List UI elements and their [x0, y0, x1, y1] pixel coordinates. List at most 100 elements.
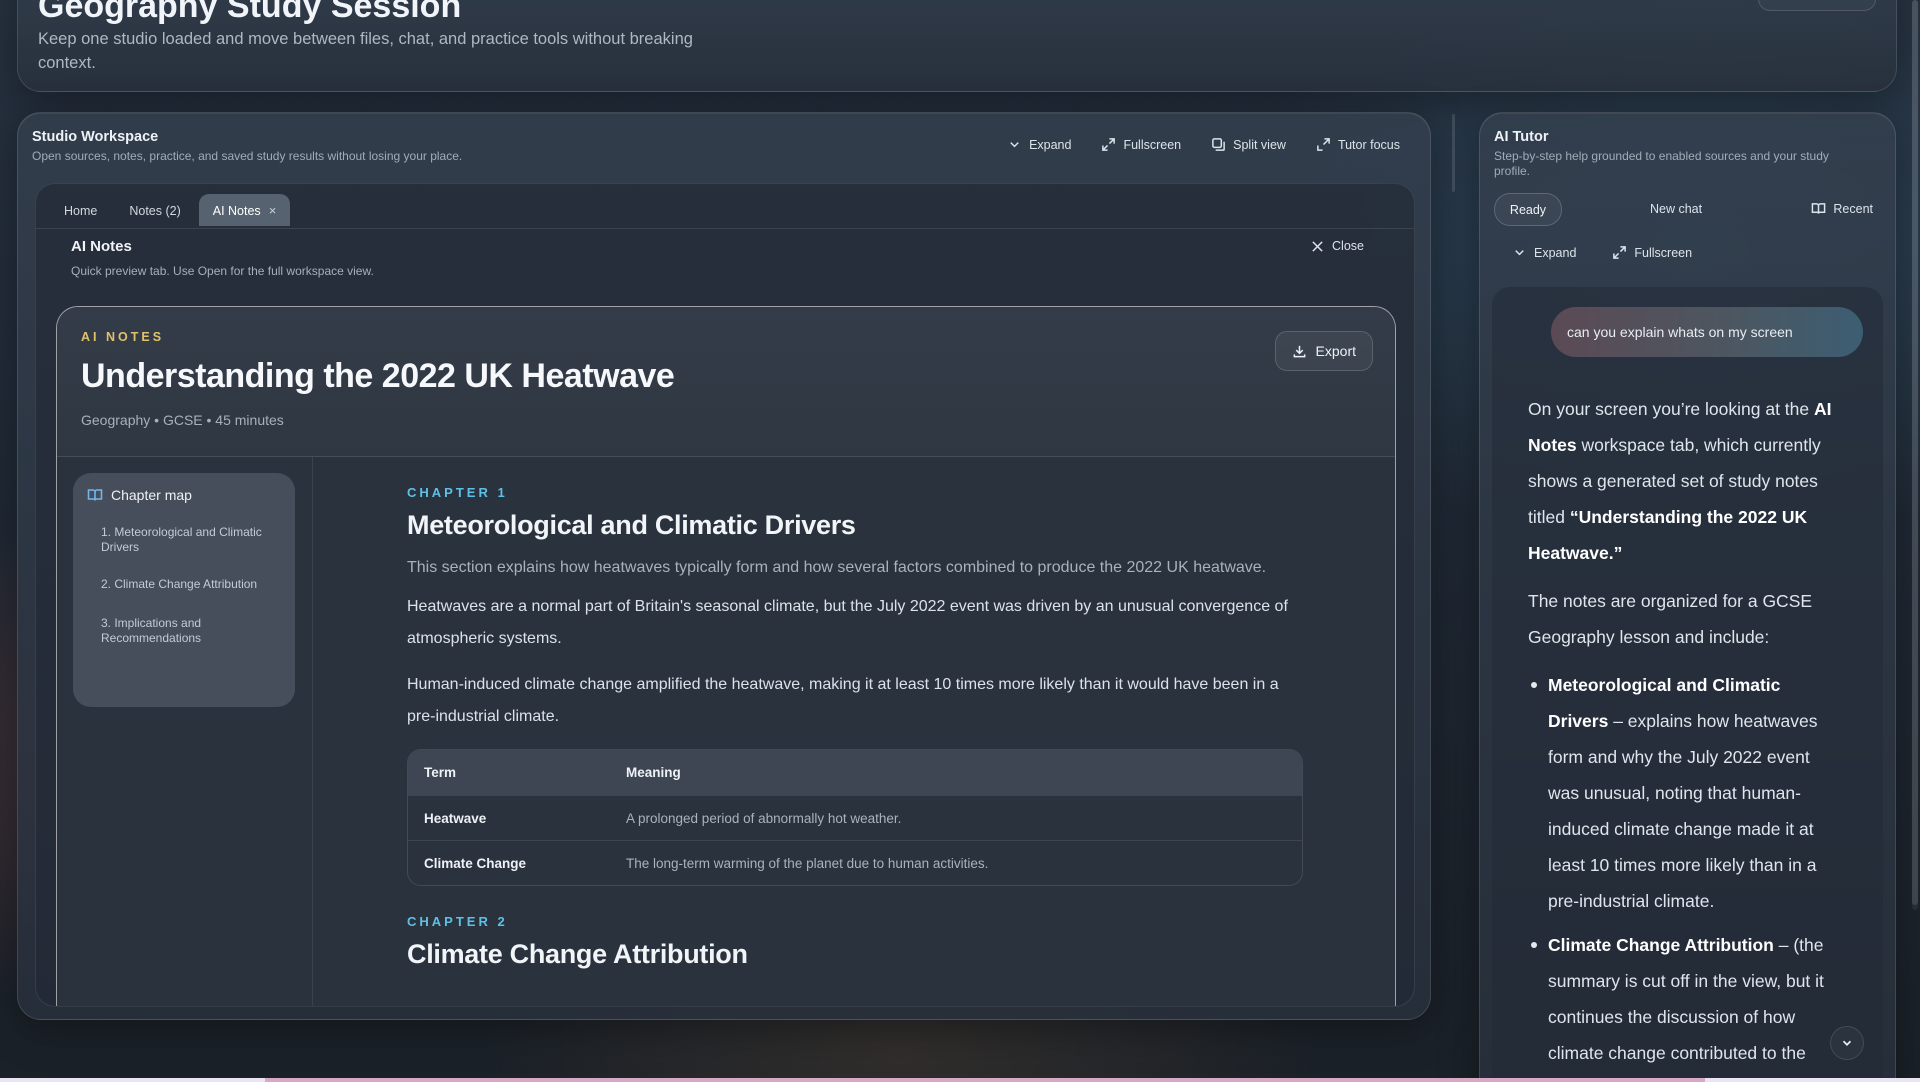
chapter-1-intro: This section explains how heatwaves typi… [407, 559, 1267, 576]
tab-ai-notes-label: AI Notes [212, 203, 261, 218]
tutor-tabs: Ready New chat Recent [1494, 193, 1881, 227]
chapter-map-title: Chapter map [111, 487, 192, 503]
chapter-sidebar: Chapter map 1. Meteorological and Climat… [57, 457, 313, 1006]
bullet-title: Climate Change Attribution [1548, 935, 1774, 955]
chapter-1-title: Meteorological and Climatic Drivers [407, 510, 856, 540]
table-header-meaning: Meaning [626, 765, 681, 780]
page-title: Geography Study Session [38, 0, 462, 25]
tutor-fullscreen-button[interactable]: Fullscreen [1612, 245, 1692, 260]
split-view-label: Split view [1233, 137, 1286, 152]
chapter-map: Chapter map 1. Meteorological and Climat… [73, 473, 295, 707]
chapter-1-label: CHAPTER 1 [407, 485, 508, 500]
split-view-button[interactable]: Split view [1211, 137, 1286, 152]
panel-resize-handle[interactable] [1452, 114, 1455, 192]
table-row: Climate Change The long-term warming of … [408, 840, 1302, 885]
expand-label: Expand [1029, 137, 1072, 152]
assistant-message: On your screen you’re looking at the AI … [1528, 391, 1840, 1079]
scroll-to-bottom-button[interactable] [1830, 1026, 1864, 1060]
tab-home-label: Home [64, 203, 98, 218]
chapter-1-paragraph: Heatwaves are a normal part of Britain's… [407, 598, 1288, 647]
tab-notes[interactable]: Notes (2) [115, 195, 194, 226]
table-header-term: Term [424, 765, 457, 780]
tab-close-icon[interactable]: × [269, 203, 277, 218]
studio-subtitle: Open sources, notes, practice, and saved… [32, 149, 463, 163]
chevron-down-icon [1842, 1040, 1852, 1046]
export-button[interactable]: Export [1274, 331, 1373, 371]
assistant-bullets: Meteorological and Climatic Drivers – ex… [1528, 667, 1840, 1071]
page-scrollbar[interactable] [1912, 0, 1918, 910]
tutor-focus-icon [1317, 138, 1330, 151]
tutor-expand-button[interactable]: Expand [1512, 245, 1576, 260]
studio-title: Studio Workspace [32, 129, 159, 145]
user-message: can you explain whats on my screen [1551, 307, 1863, 357]
bullet-text: – explains how heatwaves form and why th… [1548, 711, 1818, 911]
table-row: Heatwave A prolonged period of abnormall… [408, 795, 1302, 840]
table-cell-term: Climate Change [424, 855, 527, 871]
chapter-link-2[interactable]: 2. Climate Change Attribution [101, 577, 271, 592]
close-label: Close [1332, 239, 1364, 253]
table-cell-meaning: A prolonged period of abnormally hot wea… [626, 810, 902, 826]
fullscreen-button[interactable]: Fullscreen [1101, 137, 1181, 152]
notes-header: AI NOTES Understanding the 2022 UK Heatw… [57, 307, 1395, 457]
new-chat-button[interactable]: New chat [1650, 202, 1702, 216]
bottom-edge-accent [265, 1078, 1705, 1082]
tab-ai-notes[interactable]: AI Notes × [198, 194, 291, 226]
tutor-fullscreen-label: Fullscreen [1634, 245, 1693, 260]
assistant-paragraph: On your screen you’re looking at the AI … [1528, 391, 1840, 571]
tutor-focus-label: Tutor focus [1337, 137, 1400, 152]
assistant-paragraph: The notes are organized for a GCSE Geogr… [1528, 591, 1813, 647]
chevron-down-icon [1010, 142, 1019, 148]
fullscreen-icon [1102, 138, 1116, 151]
tutor-expand-label: Expand [1534, 245, 1577, 260]
chapter-link-1[interactable]: 1. Meteorological and Climatic Drivers [101, 525, 271, 555]
studio-toolbar: Expand Fullscreen Split view Tutor focus [1007, 137, 1400, 152]
fullscreen-icon [1613, 246, 1627, 259]
notes-title: Understanding the 2022 UK Heatwave [81, 357, 675, 395]
workspace-frame: Home Notes (2) AI Notes × AI Notes Quick… [35, 183, 1415, 1007]
reply-bold: “Understanding the 2022 UK Heatwave.” [1528, 507, 1808, 563]
page-scrollbar-thumb[interactable] [1912, 0, 1918, 905]
studio-workspace-panel: Studio Workspace Open sources, notes, pr… [17, 112, 1431, 1020]
chevron-down-icon [1515, 250, 1524, 256]
reply-text: On your screen you’re looking at the [1528, 399, 1814, 419]
ready-status-button[interactable]: Ready [1494, 193, 1562, 226]
download-icon [1293, 345, 1305, 357]
notes-eyebrow: AI NOTES [81, 330, 165, 344]
notes-meta: Geography • GCSE • 45 minutes [81, 412, 284, 428]
book-icon [1812, 203, 1826, 214]
bullet-item: Climate Change Attribution – (the summar… [1531, 927, 1840, 1071]
book-icon [87, 489, 103, 501]
close-icon [1312, 240, 1323, 252]
table-header-row: Term Meaning [408, 750, 1302, 795]
chapter-2-label: CHAPTER 2 [407, 914, 508, 929]
bottom-edge-bar [0, 1078, 1920, 1082]
chapter-map-header: Chapter map [87, 487, 192, 503]
tutor-subtitle: Step-by-step help grounded to enabled so… [1494, 149, 1829, 178]
page-subtitle: Keep one studio loaded and move between … [38, 30, 693, 72]
recent-button[interactable]: Recent [1811, 201, 1873, 216]
tutor-focus-button[interactable]: Tutor focus [1316, 137, 1400, 152]
close-preview-button[interactable]: Close [1311, 239, 1364, 253]
bullet-item: Meteorological and Climatic Drivers – ex… [1531, 667, 1840, 919]
terms-table: Term Meaning Heatwave A prolonged period… [407, 749, 1303, 886]
table-cell-meaning: The long-term warming of the planet due … [626, 855, 989, 871]
tutor-toolbar: Expand Fullscreen [1512, 245, 1692, 260]
expand-button[interactable]: Expand [1007, 137, 1071, 152]
chapter-2-title: Climate Change Attribution [407, 939, 748, 969]
chapter-1-paragraph: Human-induced climate change amplified t… [407, 676, 1279, 725]
workspace-tabs: Home Notes (2) AI Notes × [50, 194, 291, 226]
recent-label: Recent [1833, 201, 1873, 216]
fullscreen-label: Fullscreen [1123, 137, 1182, 152]
header-action-button[interactable] [1758, 0, 1876, 11]
preview-subtitle: Quick preview tab. Use Open for the full… [71, 264, 374, 278]
notes-content: CHAPTER 1 Meteorological and Climatic Dr… [407, 457, 1307, 970]
split-view-icon [1212, 138, 1226, 151]
ai-tutor-panel: AI Tutor Step-by-step help grounded to e… [1479, 112, 1896, 1082]
ai-notes-card: AI NOTES Understanding the 2022 UK Heatw… [56, 306, 1396, 1006]
preview-title: AI Notes [71, 238, 132, 255]
table-cell-term: Heatwave [424, 810, 487, 826]
tab-home[interactable]: Home [50, 195, 111, 226]
session-header: Geography Study Session Keep one studio … [17, 0, 1897, 92]
tab-divider [36, 228, 1414, 229]
chapter-link-3[interactable]: 3. Implications and Recommendations [101, 616, 271, 646]
